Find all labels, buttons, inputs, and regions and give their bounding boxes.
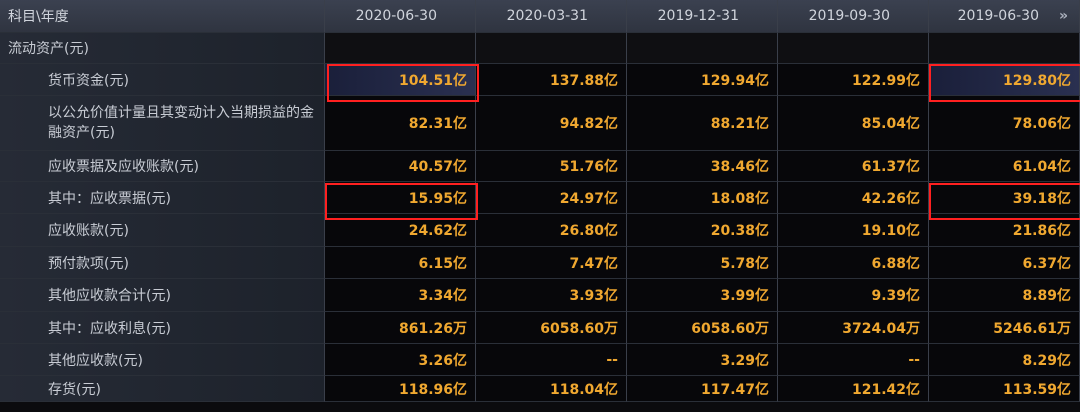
value-cell: -- (778, 344, 929, 376)
value-cell: 6058.60万 (476, 312, 627, 344)
value-cell: 137.88亿 (476, 64, 627, 96)
row-label: 货币资金(元) (0, 64, 325, 96)
value-cell: 3724.04万 (778, 312, 929, 344)
value-cell: 78.06亿 (929, 96, 1080, 151)
value-cell: 3.99亿 (627, 279, 778, 312)
value-cell: 6.37亿 (929, 247, 1080, 279)
value-cell: 24.97亿 (476, 182, 627, 214)
column-header-date[interactable]: 2019-06-30 (929, 0, 1080, 33)
value-cell: 61.04亿 (929, 151, 1080, 182)
value-cell: 15.95亿 (325, 182, 476, 214)
value-cell: 85.04亿 (778, 96, 929, 151)
row-label: 以公允价值计量且其变动计入当期损益的金融资产(元) (0, 96, 325, 151)
value-cell: 122.99亿 (778, 64, 929, 96)
section-title: 流动资产(元) (0, 33, 325, 64)
value-cell: 7.47亿 (476, 247, 627, 279)
value-cell: -- (476, 344, 627, 376)
section-empty-cell (778, 33, 929, 64)
value-cell: 129.80亿 (929, 64, 1080, 96)
value-cell: 861.26万 (325, 312, 476, 344)
value-cell: 24.62亿 (325, 214, 476, 247)
balance-sheet-table: 科目\年度 2020-06-30 2020-03-31 2019-12-31 2019-… (0, 0, 1080, 412)
value-cell: 88.21亿 (627, 96, 778, 151)
section-empty-cell (476, 33, 627, 64)
row-label: 其他应收款合计(元) (0, 279, 325, 312)
value-cell: 42.26亿 (778, 182, 929, 214)
value-cell: 118.96亿 (325, 376, 476, 402)
value-cell: 61.37亿 (778, 151, 929, 182)
value-cell: 8.89亿 (929, 279, 1080, 312)
value-cell: 39.18亿 (929, 182, 1080, 214)
row-label: 其中：应收利息(元) (0, 312, 325, 344)
row-label: 应收账款(元) (0, 214, 325, 247)
value-cell: 117.47亿 (627, 376, 778, 402)
value-cell: 5246.61万 (929, 312, 1080, 344)
row-label: 其他应收款(元) (0, 344, 325, 376)
column-header-date[interactable]: 2019-12-31 (627, 0, 778, 33)
row-label: 应收票据及应收账款(元) (0, 151, 325, 182)
column-header-date[interactable]: 2020-03-31 (476, 0, 627, 33)
value-cell: 118.04亿 (476, 376, 627, 402)
value-cell: 51.76亿 (476, 151, 627, 182)
row-label: 存货(元) (0, 376, 325, 402)
value-cell: 26.80亿 (476, 214, 627, 247)
column-header-date[interactable]: 2019-09-30 (778, 0, 929, 33)
value-cell: 6.15亿 (325, 247, 476, 279)
value-cell: 129.94亿 (627, 64, 778, 96)
value-cell: 113.59亿 (929, 376, 1080, 402)
value-cell: 8.29亿 (929, 344, 1080, 376)
value-cell: 104.51亿 (325, 64, 476, 96)
column-header-subject: 科目\年度 (0, 0, 325, 33)
column-header-date[interactable]: 2020-06-30 (325, 0, 476, 33)
value-cell: 3.29亿 (627, 344, 778, 376)
row-label: 预付款项(元) (0, 247, 325, 279)
value-cell: 21.86亿 (929, 214, 1080, 247)
value-cell: 19.10亿 (778, 214, 929, 247)
value-cell: 121.42亿 (778, 376, 929, 402)
value-cell: 5.78亿 (627, 247, 778, 279)
value-cell: 38.46亿 (627, 151, 778, 182)
row-label: 其中：应收票据(元) (0, 182, 325, 214)
value-cell: 18.08亿 (627, 182, 778, 214)
value-cell: 3.93亿 (476, 279, 627, 312)
value-cell: 40.57亿 (325, 151, 476, 182)
section-empty-cell (627, 33, 778, 64)
section-empty-cell (929, 33, 1080, 64)
value-cell: 94.82亿 (476, 96, 627, 151)
value-cell: 82.31亿 (325, 96, 476, 151)
value-cell: 9.39亿 (778, 279, 929, 312)
value-cell: 3.34亿 (325, 279, 476, 312)
value-cell: 6.88亿 (778, 247, 929, 279)
value-cell: 20.38亿 (627, 214, 778, 247)
chevron-double-right-icon[interactable]: » (1059, 8, 1068, 24)
value-cell: 3.26亿 (325, 344, 476, 376)
section-empty-cell (325, 33, 476, 64)
value-cell: 6058.60万 (627, 312, 778, 344)
